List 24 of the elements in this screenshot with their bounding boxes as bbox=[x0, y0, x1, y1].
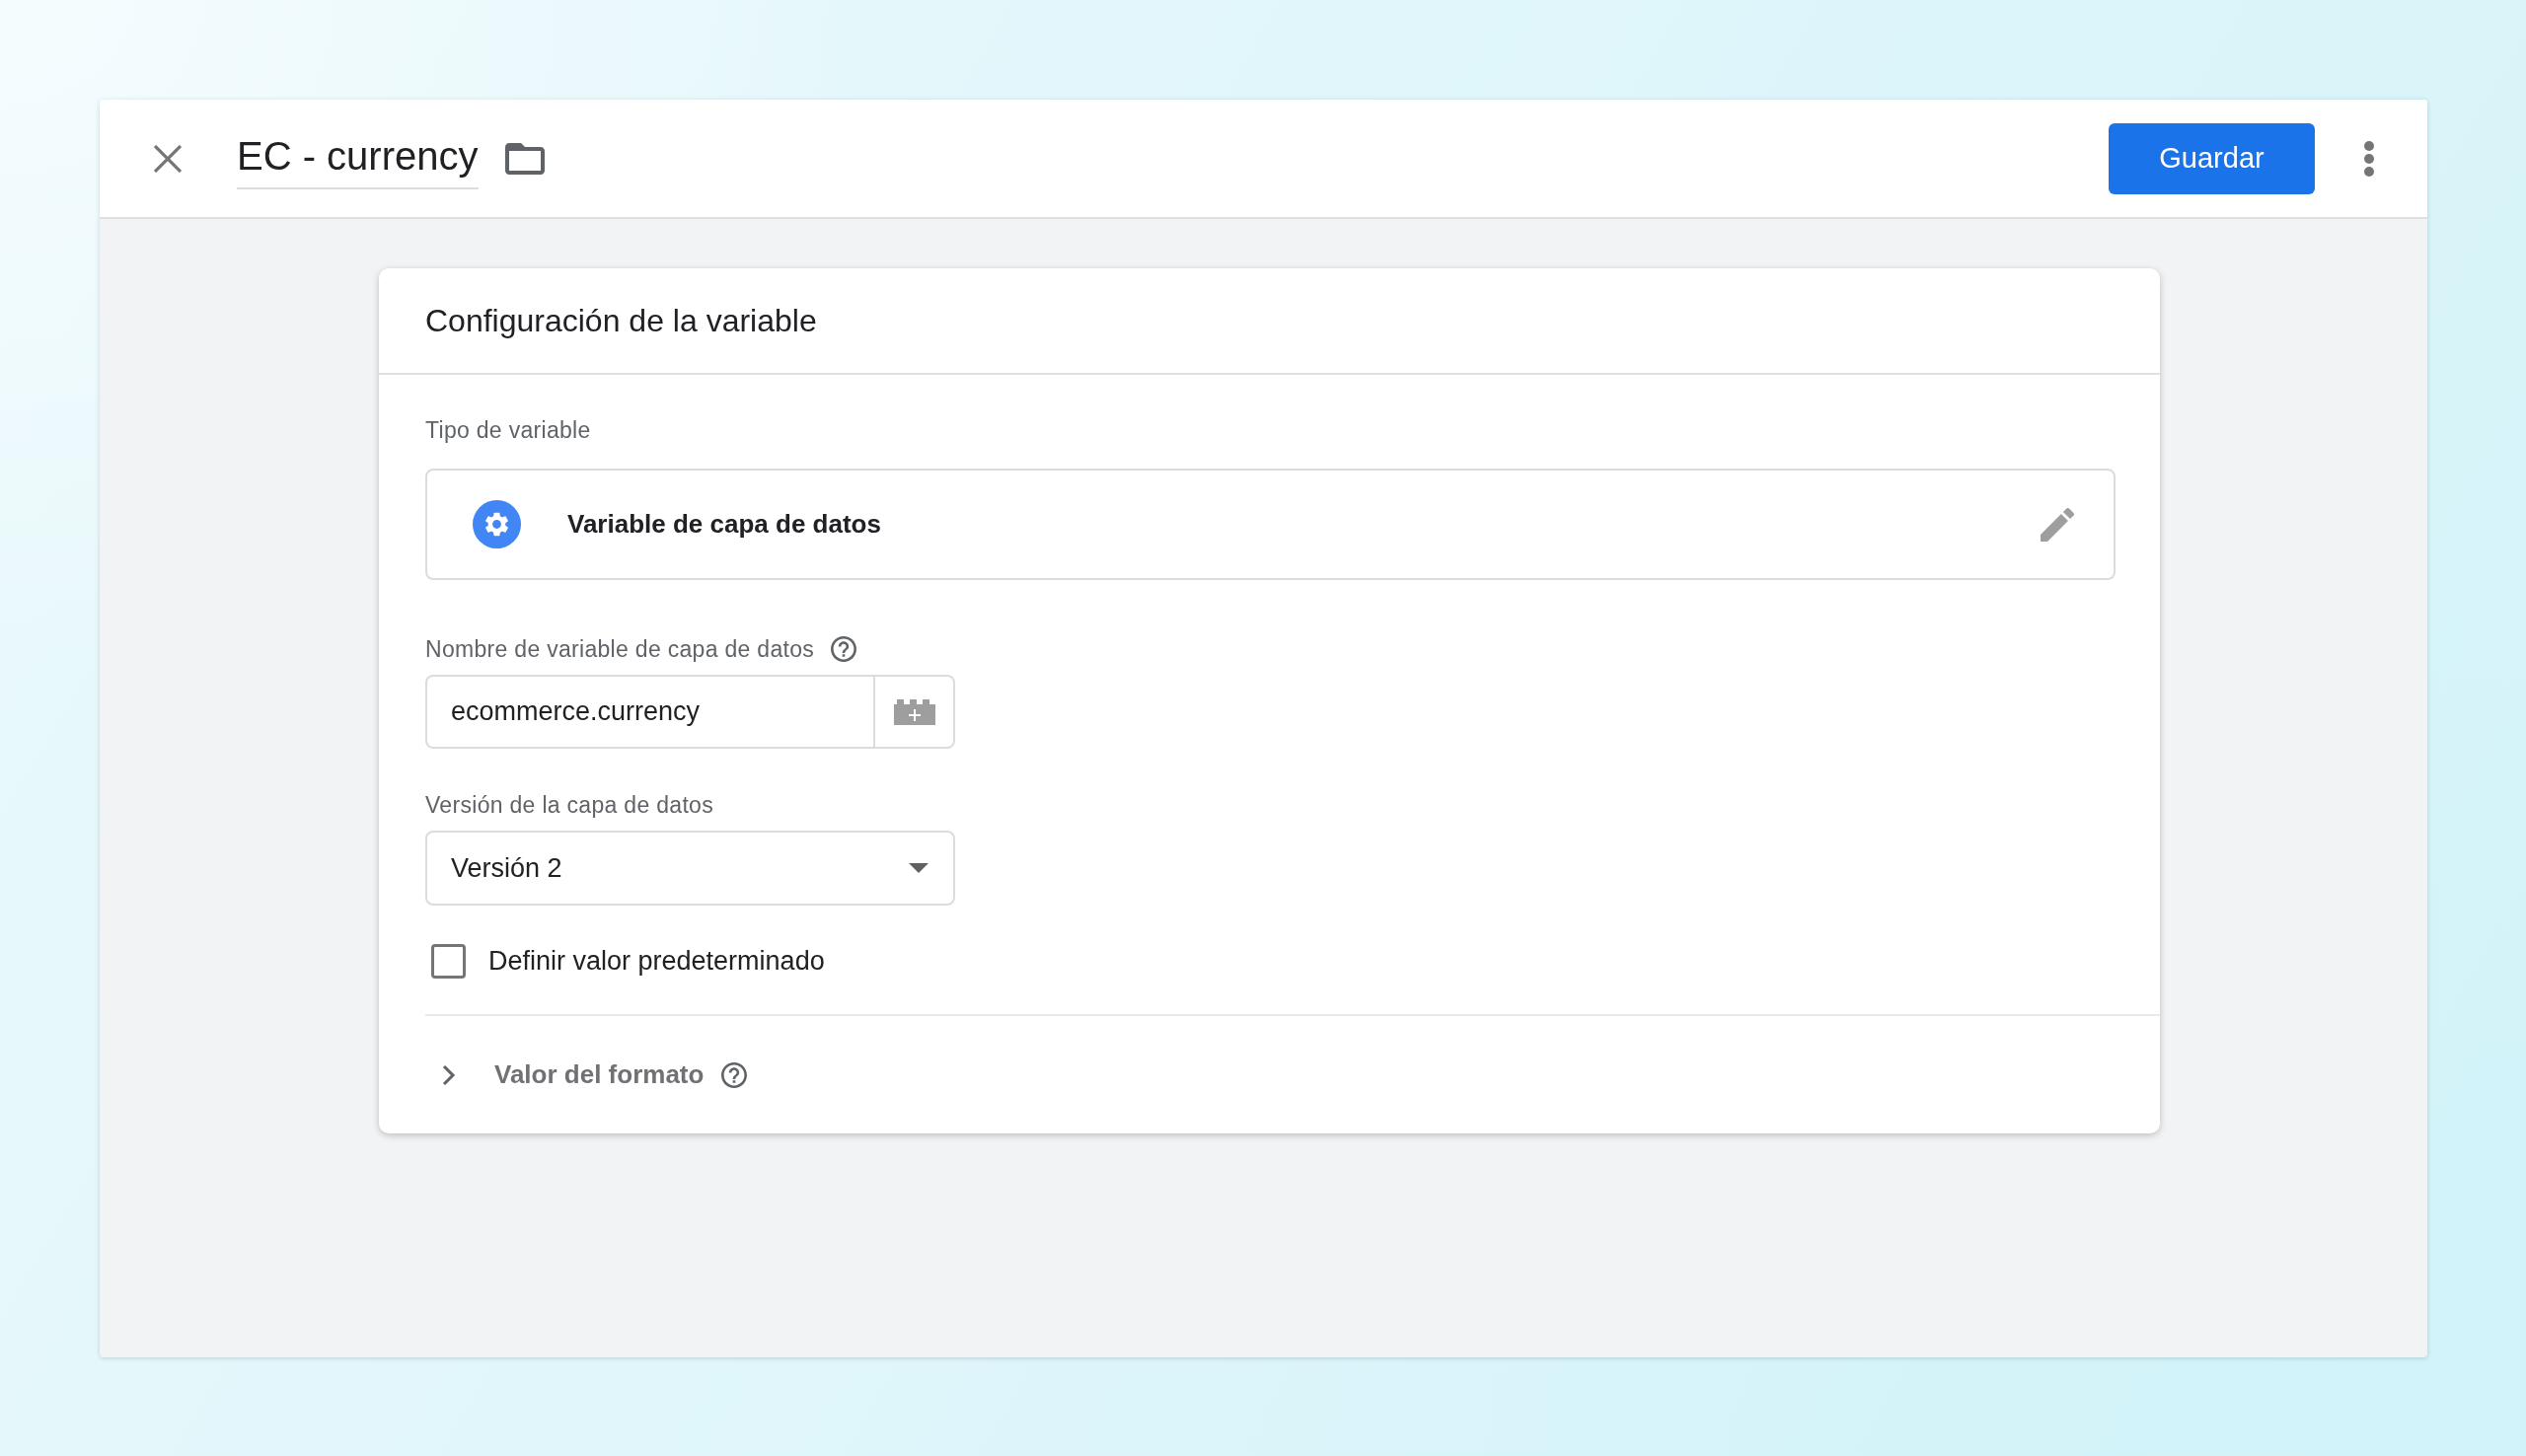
help-icon[interactable] bbox=[721, 1061, 748, 1088]
title-field[interactable]: EC - currency bbox=[237, 127, 479, 189]
variable-type-selector[interactable]: Variable de capa de datos bbox=[425, 469, 2116, 580]
field-label: Versión de la capa de datos bbox=[425, 791, 713, 820]
section-title[interactable]: Valor del formato bbox=[494, 1059, 705, 1090]
help-icon[interactable] bbox=[831, 636, 857, 662]
checkbox[interactable] bbox=[431, 944, 466, 979]
caret-icon bbox=[909, 863, 929, 873]
save-button[interactable]: Guardar bbox=[2109, 122, 2315, 194]
card-title: Configuración de la variable bbox=[425, 302, 817, 339]
close-icon[interactable] bbox=[154, 144, 182, 173]
chevron-icon[interactable] bbox=[442, 1063, 456, 1086]
field-label: Tipo de variable bbox=[425, 416, 591, 445]
version-select[interactable]: Versión 2 bbox=[425, 831, 955, 906]
variable-type-name: Variable de capa de datos bbox=[567, 509, 881, 540]
pencil-icon[interactable] bbox=[2041, 507, 2074, 542]
gear-icon bbox=[473, 500, 521, 548]
text-field[interactable]: ecommerce.currency bbox=[425, 675, 873, 749]
folder-icon[interactable] bbox=[504, 142, 545, 175]
field-label: Nombre de variable de capa de datos bbox=[425, 635, 815, 664]
checkbox-label: Definir valor predeterminado bbox=[488, 946, 825, 977]
block-plus-icon bbox=[893, 698, 935, 725]
more-menu-icon[interactable] bbox=[2363, 139, 2375, 178]
variable-picker-button[interactable] bbox=[873, 675, 955, 749]
